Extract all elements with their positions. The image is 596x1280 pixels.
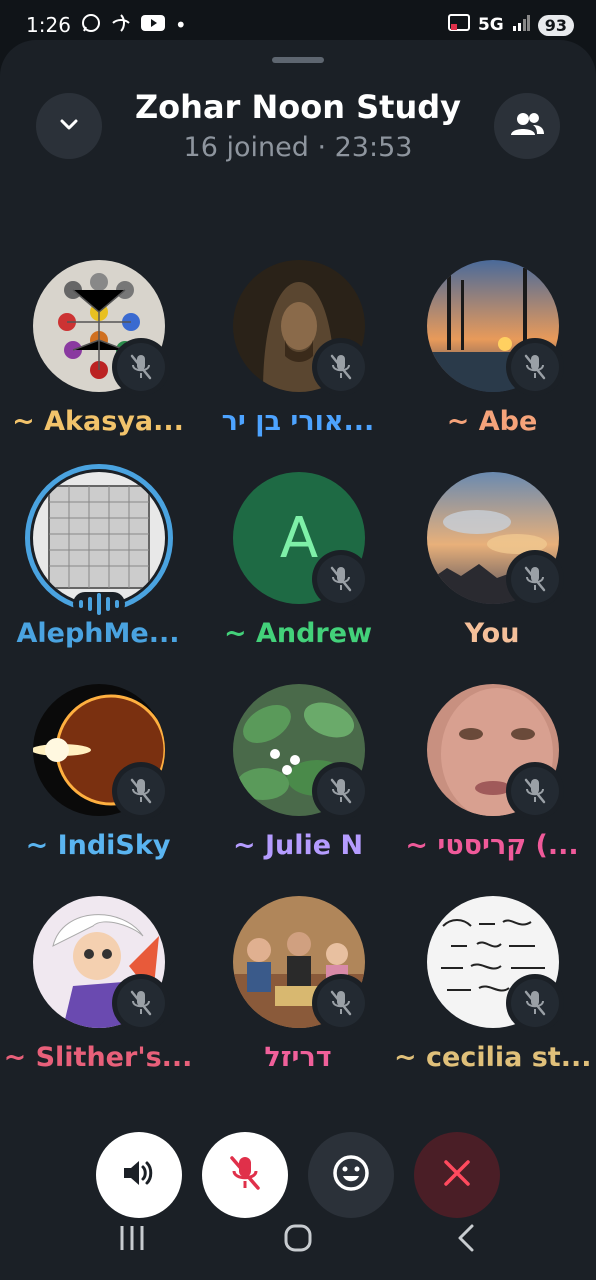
signal-icon <box>512 15 530 35</box>
participant-tile[interactable]: ~ Abe <box>394 260 590 472</box>
participant-tile[interactable]: דריזל <box>200 896 396 1108</box>
cast-icon <box>447 14 470 36</box>
participant-name: ~ Slither's... <box>3 1042 193 1073</box>
clock: 1:26 <box>26 13 71 37</box>
muted-badge <box>506 974 564 1032</box>
participant-name: ~ Andrew <box>223 618 373 649</box>
participant-name: ~ Julie N <box>232 830 364 861</box>
participant-name: ~ IndiSky <box>25 830 171 861</box>
collapse-button[interactable] <box>36 93 102 159</box>
participant-tile[interactable]: ~ Slither's... <box>0 896 196 1108</box>
participants-button[interactable] <box>494 93 560 159</box>
muted-badge <box>112 974 170 1032</box>
voice-chat-sheet: Zohar Noon Study 16 joined · 23:53 ~ Aka… <box>0 40 596 1280</box>
navigation-bar <box>0 1200 596 1280</box>
muted-badge <box>506 762 564 820</box>
muted-badge <box>112 762 170 820</box>
participant-tile[interactable]: ~ Akasya... <box>0 260 196 472</box>
speaker-icon <box>121 1157 157 1193</box>
participant-name: דריזל <box>264 1042 332 1073</box>
chat-title: Zohar Noon Study <box>134 88 462 126</box>
mic-off-icon <box>317 979 365 1027</box>
mic-off-icon <box>317 343 365 391</box>
participant-tile[interactable]: A ~ Andrew <box>200 472 396 684</box>
muted-badge <box>506 338 564 396</box>
chat-subtitle: 16 joined · 23:53 <box>183 132 413 163</box>
app-icon <box>111 13 131 37</box>
participant-name: ~ cecilia st... <box>394 1042 590 1073</box>
participant-tile[interactable]: ~ Julie N <box>200 684 396 896</box>
mic-off-icon <box>317 555 365 603</box>
whatsapp-icon <box>81 13 101 37</box>
notification-dot: • <box>174 13 187 37</box>
chevron-down-icon <box>58 117 80 136</box>
battery-indicator: 93 <box>537 14 574 36</box>
mic-off-icon <box>117 343 165 391</box>
people-icon <box>509 111 545 141</box>
avatar <box>33 472 165 604</box>
muted-badge <box>312 974 370 1032</box>
muted-badge <box>312 338 370 396</box>
participant-name: ~ קריסטי (... <box>405 830 579 861</box>
mic-off-icon <box>117 767 165 815</box>
participant-tile[interactable]: ~ IndiSky <box>0 684 196 896</box>
participant-tile[interactable]: You <box>394 472 590 684</box>
recents-button[interactable] <box>102 1220 162 1260</box>
participant-name: You <box>464 618 520 649</box>
youtube-icon <box>140 14 165 36</box>
network-label: 5G <box>477 15 504 35</box>
mic-off-icon <box>228 1154 262 1196</box>
avatar-initial: A <box>279 505 319 571</box>
participant-tile[interactable]: ~ cecilia st... <box>394 896 590 1108</box>
participant-tile[interactable]: AlephMe... <box>0 464 196 684</box>
emoji-icon <box>331 1153 371 1197</box>
participant-name: אורי בן יר... <box>221 406 375 437</box>
drag-handle[interactable] <box>272 57 324 63</box>
recents-icon <box>117 1224 147 1256</box>
back-button[interactable] <box>436 1220 496 1260</box>
muted-badge <box>506 550 564 608</box>
mic-off-icon <box>117 979 165 1027</box>
speaking-wave-icon <box>73 592 125 616</box>
participant-name: ~ Akasya... <box>12 406 184 437</box>
mic-off-icon <box>511 555 559 603</box>
muted-badge <box>112 338 170 396</box>
mic-off-icon <box>511 979 559 1027</box>
mic-off-icon <box>317 767 365 815</box>
participant-name: AlephMe... <box>16 618 180 649</box>
mic-off-icon <box>511 343 559 391</box>
muted-badge <box>312 550 370 608</box>
close-icon <box>442 1158 472 1192</box>
home-icon <box>283 1223 313 1257</box>
back-icon <box>456 1223 476 1257</box>
participant-tile[interactable]: ~ קריסטי (... <box>394 684 590 896</box>
mic-off-icon <box>511 767 559 815</box>
muted-badge <box>312 762 370 820</box>
participant-tile[interactable]: אורי בן יר... <box>200 260 396 472</box>
home-button[interactable] <box>268 1220 328 1260</box>
participant-name: ~ Abe <box>446 406 538 437</box>
